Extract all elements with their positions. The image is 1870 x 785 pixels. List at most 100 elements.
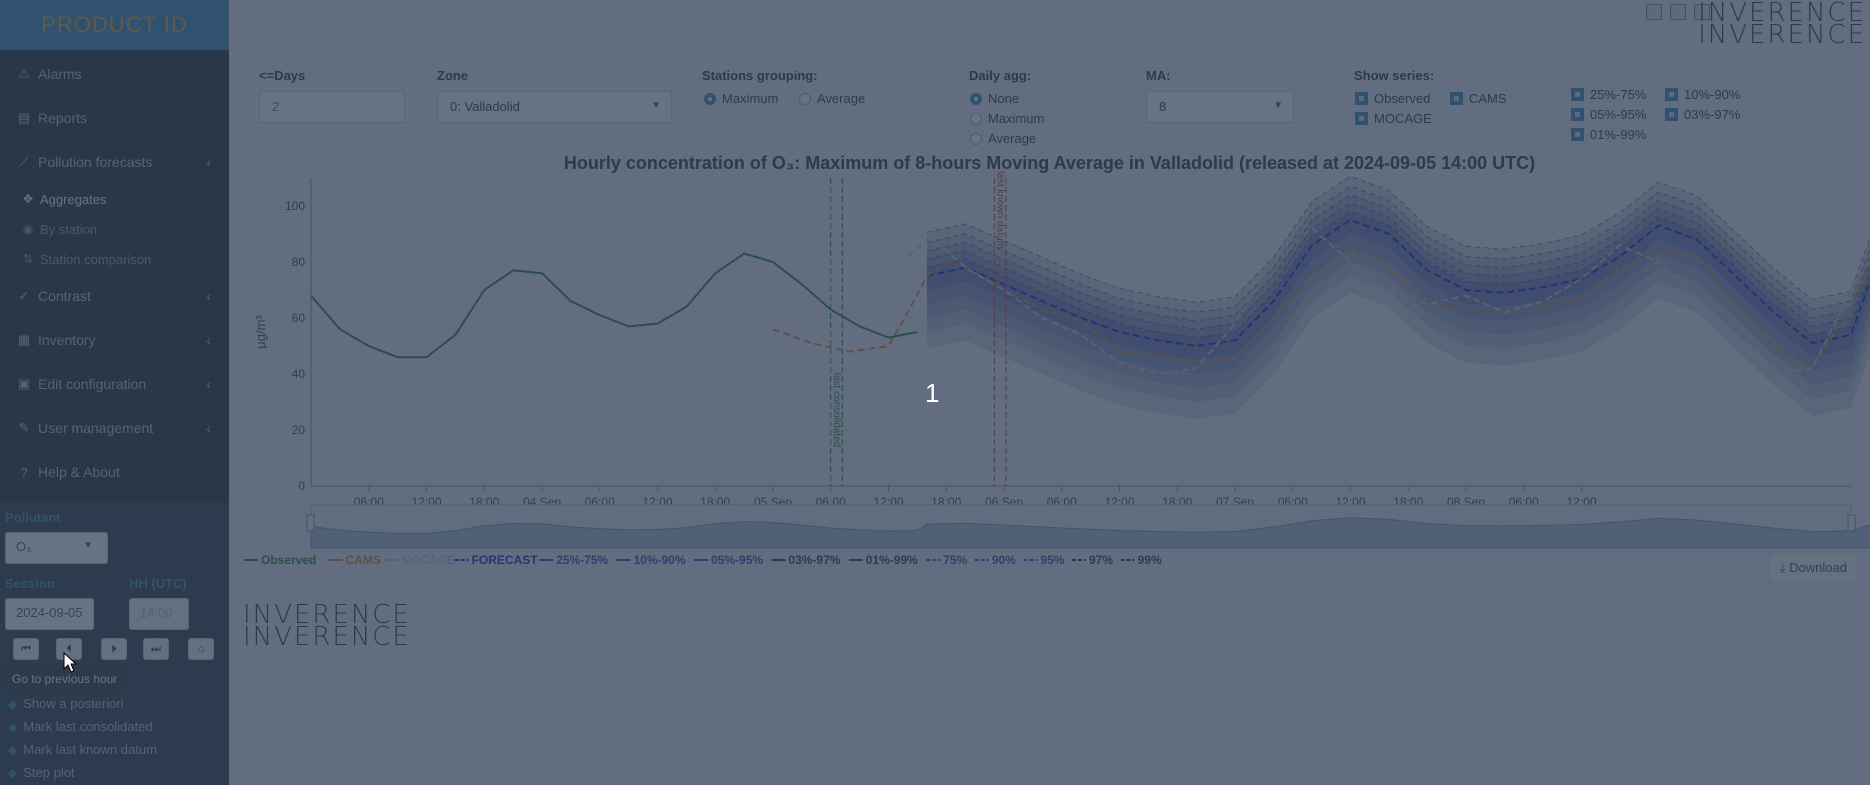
sidebar-item-aggregates[interactable]: ✥ Aggregates — [0, 184, 229, 214]
step-forward-icon: ⏵ — [111, 642, 117, 655]
legend-item[interactable]: CAMS — [328, 553, 381, 567]
sidebar-item-station-comparison[interactable]: ⇅ Station comparison — [0, 244, 229, 274]
sidebar-item-by-station[interactable]: ◉ By station — [0, 214, 229, 244]
legend-label: Observed — [261, 553, 316, 567]
legend-item[interactable]: 97% — [1072, 553, 1113, 567]
mouse-cursor-icon — [63, 652, 77, 673]
checkbox-label: 03%-97% — [1684, 107, 1741, 122]
series-cams-checkbox[interactable]: CAMS — [1450, 91, 1507, 106]
legend-item[interactable]: Observed — [244, 553, 316, 567]
inventory-icon: ▦ — [17, 332, 31, 347]
hh-label: HH (UTC) — [129, 576, 187, 591]
radio-label: Maximum — [722, 91, 779, 106]
hh-input[interactable]: 14:00 — [129, 598, 189, 630]
option-step-plot[interactable]: ◆ Step plot — [8, 765, 75, 780]
y-tick-label: 20 — [292, 423, 306, 437]
ma-value: 8 — [1159, 99, 1167, 114]
chevron-left-icon: ‹ — [206, 154, 211, 170]
caret-down-icon: ▼ — [1273, 100, 1283, 111]
navigator-handle-right[interactable] — [1847, 514, 1856, 532]
option-show-a-posteriori[interactable]: ◆ Show a posteriori — [8, 696, 124, 711]
session-date-input[interactable]: 2024-09-05 — [5, 598, 94, 630]
series-03-97-checkbox[interactable]: 03%-97% — [1665, 107, 1740, 122]
radio-label: Average — [988, 131, 1037, 146]
legend-item[interactable]: 10%-90% — [616, 553, 686, 567]
sidebar-item-label: Station comparison — [40, 251, 152, 267]
broken-image-icon[interactable] — [1646, 4, 1662, 20]
compass-icon: ◉ — [22, 222, 34, 236]
fast-backward-icon: ⏮ — [21, 642, 31, 655]
series-10-90-checkbox[interactable]: 10%-90% — [1665, 87, 1740, 102]
sidebar-item-user-management[interactable]: ✎ User management ‹ — [0, 406, 229, 450]
sidebar-item-edit-configuration[interactable]: ▣ Edit configuration ‹ — [0, 362, 229, 406]
checkbox-box — [1571, 108, 1584, 121]
chart-legend[interactable]: Observed CAMS MOCAGE FORECAST 25%-75% 10%-90%… — [244, 553, 1162, 567]
daily-maximum-radio[interactable]: Maximum — [970, 111, 1044, 126]
product-logo[interactable]: PRODUCT ID — [0, 0, 229, 50]
ma-select[interactable]: 8 ▼ — [1146, 91, 1294, 123]
sidebar-item-label: Help & About — [38, 464, 120, 480]
sidebar-item-help[interactable]: ? Help & About — [0, 450, 229, 494]
option-mark-last-consolidated[interactable]: ◆ Mark last consolidated — [8, 719, 153, 734]
checkbox-box — [1355, 112, 1368, 125]
legend-item[interactable]: FORECAST — [454, 553, 539, 567]
checkbox-box — [1665, 108, 1678, 121]
ma-label: MA: — [1146, 68, 1171, 83]
home-button[interactable]: ⌂ — [188, 638, 214, 660]
navigator-handle-left[interactable] — [306, 514, 315, 532]
range-navigator[interactable] — [306, 504, 1870, 549]
first-hour-button[interactable]: ⏮ — [13, 638, 39, 660]
daily-none-radio[interactable]: None — [970, 91, 1019, 106]
legend-label: 95% — [1040, 553, 1064, 567]
grouping-maximum-radio[interactable]: Maximum — [704, 91, 778, 106]
sidebar-item-label: Alarms — [38, 66, 82, 82]
last-hour-button[interactable]: ⏭ — [143, 638, 169, 660]
legend-label: 75% — [943, 553, 967, 567]
series-observed-checkbox[interactable]: Observed — [1355, 91, 1430, 106]
download-button[interactable]: ⤓ Download — [1768, 553, 1858, 583]
legend-item[interactable]: 05%-95% — [694, 553, 763, 567]
legend-item[interactable]: 99% — [1120, 553, 1162, 567]
option-mark-last-known-datum[interactable]: ◆ Mark last known datum — [8, 742, 157, 757]
sidebar-item-pollution-forecasts[interactable]: ⟋ Pollution forecasts ‹ — [0, 140, 229, 184]
sidebar-item-alarms[interactable]: ⚠ Alarms — [0, 52, 229, 96]
edit-icon: ✎ — [18, 420, 30, 435]
daily-average-radio[interactable]: Average — [970, 131, 1036, 146]
book-icon: ▤ — [17, 110, 31, 125]
sidebar-nav: ⚠ Alarms ▤ Reports ⟋ Pollution forecasts ‹ ✥… — [0, 50, 229, 494]
pollutant-select[interactable]: O₃ ▼ — [5, 532, 108, 564]
checkbox-box — [1665, 88, 1678, 101]
series-05-95-checkbox[interactable]: 05%-95% — [1571, 107, 1646, 122]
chevron-left-icon: ‹ — [206, 332, 211, 348]
sidebar-item-label: Contrast — [38, 288, 91, 304]
legend-item[interactable]: 90% — [974, 553, 1016, 567]
sidebar-item-contrast[interactable]: ✓ Contrast ‹ — [0, 274, 229, 318]
grouping-average-radio[interactable]: Average — [799, 91, 865, 106]
warning-icon: ⚠ — [18, 66, 30, 81]
chevron-left-icon: ‹ — [206, 376, 211, 392]
legend-item[interactable]: 03%-97% — [771, 553, 841, 567]
legend-item[interactable]: 01%-99% — [848, 553, 918, 567]
legend-item[interactable]: MOCAGE — [384, 553, 455, 567]
option-label: Show a posteriori — [23, 696, 124, 711]
series-mocage-checkbox[interactable]: MOCAGE — [1355, 111, 1432, 126]
radio-dot — [970, 92, 982, 105]
series-01-99-checkbox[interactable]: 01%-99% — [1571, 127, 1646, 142]
exchange-icon: ⇅ — [22, 252, 34, 266]
legend-item[interactable]: 25%-75% — [539, 553, 609, 567]
radio-dot — [970, 112, 982, 125]
sidebar-item-reports[interactable]: ▤ Reports — [0, 96, 229, 140]
sidebar-item-inventory[interactable]: ▦ Inventory ‹ — [0, 318, 229, 362]
checkbox-box — [1450, 92, 1463, 105]
broken-image-icon[interactable] — [1670, 4, 1686, 20]
series-25-75-checkbox[interactable]: 25%-75% — [1571, 87, 1646, 102]
sidebar-item-label: Inventory — [38, 332, 96, 348]
next-hour-button[interactable]: ⏵ — [101, 638, 127, 660]
zone-select[interactable]: 0: Valladolid ▼ — [437, 91, 672, 123]
brand-text: INVERENCE — [243, 622, 411, 652]
days-input[interactable]: 2 — [259, 91, 405, 123]
legend-item[interactable]: 95% — [1023, 553, 1065, 567]
forecast-chart[interactable]: last consolidated last known datum 0 20 40 6… — [229, 170, 1870, 570]
legend-item[interactable]: 75% — [926, 553, 968, 567]
marker-label: last consolidated — [831, 373, 842, 448]
